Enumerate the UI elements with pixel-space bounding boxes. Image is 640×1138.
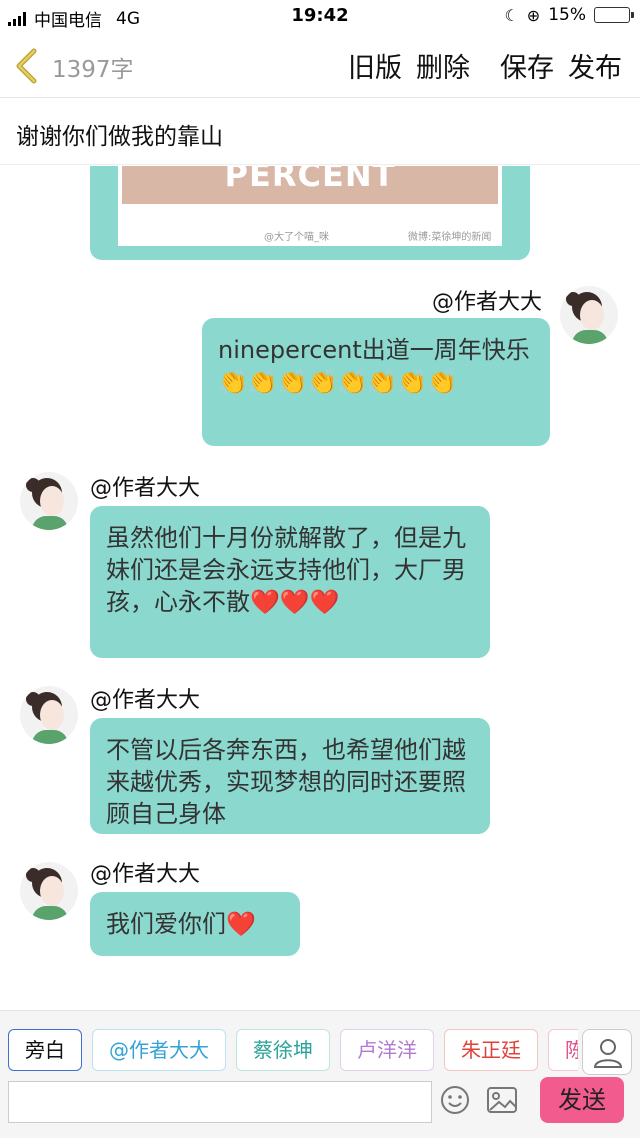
role-chip-bar[interactable]: 旁白 @作者大大 蔡徐坤 卢洋洋 朱正廷陈 (8, 1029, 578, 1073)
message-bubble[interactable]: 虽然他们十月份就解散了，但是九妹们还是会永远支持他们，大厂男孩，心永不散❤️❤️… (90, 506, 490, 658)
role-chip-cai[interactable]: 蔡徐坤 (236, 1029, 330, 1071)
image-icon[interactable] (486, 1085, 518, 1115)
message-bubble[interactable]: ninepercent出道一周年快乐👏👏👏👏👏👏👏👏 (202, 318, 550, 446)
chat-area[interactable]: PERCENT @大了个喵_咪 微博:菜徐坤的新闻 @作者大大 nineperc… (0, 166, 640, 1008)
add-role-button[interactable] (582, 1029, 632, 1075)
message-bubble[interactable]: 我们爱你们❤️ (90, 892, 300, 956)
role-chip-lu[interactable]: 卢洋洋 (340, 1029, 434, 1071)
back-chevron-icon[interactable] (12, 48, 42, 84)
composer: 旁白 @作者大大 蔡徐坤 卢洋洋 朱正廷陈 发送 (0, 1010, 640, 1138)
save-button[interactable]: 保存 (500, 46, 554, 85)
battery-percent: 15% (548, 5, 586, 25)
message-bubble[interactable]: 不管以后各奔东西，也希望他们越来越优秀，实现梦想的同时还要照顾自己身体 (90, 718, 490, 834)
author-avatar[interactable] (560, 286, 618, 344)
status-right: ☾ ⊕ 15% (504, 5, 634, 25)
author-avatar[interactable] (20, 862, 78, 920)
image-message[interactable]: PERCENT @大了个喵_咪 微博:菜徐坤的新闻 (90, 166, 530, 260)
image-logo: PERCENT (224, 166, 396, 194)
author-avatar[interactable] (20, 472, 78, 530)
status-bar: 中国电信 4G 19:42 ☾ ⊕ 15% (0, 0, 640, 34)
image-watermark-right: 微博:菜徐坤的新闻 (408, 232, 492, 243)
delete-button[interactable]: 删除 (416, 46, 470, 85)
role-chip-chen[interactable]: 陈 (548, 1029, 578, 1071)
image-frame: PERCENT @大了个喵_咪 微博:菜徐坤的新闻 (118, 166, 502, 246)
message-author-name: @作者大大 (90, 688, 201, 713)
author-avatar[interactable] (20, 686, 78, 744)
editor-toolbar: 1397字 旧版 删除 保存 发布 (0, 34, 640, 98)
battery-icon (594, 7, 634, 23)
old-version-button[interactable]: 旧版 (348, 46, 402, 85)
chapter-title[interactable]: 谢谢你们做我的靠山 (0, 99, 640, 165)
lock-rotation-icon: ⊕ (526, 5, 541, 25)
image-watermark-left: @大了个喵_咪 (264, 232, 329, 243)
send-button[interactable]: 发送 (540, 1077, 624, 1123)
person-icon (593, 1039, 623, 1068)
message-author-name: @作者大大 (432, 290, 543, 315)
toolbar-actions: 旧版 删除 保存 发布 (348, 46, 622, 85)
role-chip-author[interactable]: @作者大大 (92, 1029, 226, 1071)
moon-icon: ☾ (504, 5, 519, 25)
message-author-name: @作者大大 (90, 862, 201, 887)
message-author-name: @作者大大 (90, 476, 201, 501)
publish-button[interactable]: 发布 (568, 46, 622, 85)
role-chip-narration[interactable]: 旁白 (8, 1029, 82, 1071)
emoji-icon[interactable] (440, 1085, 470, 1115)
image-photo: PERCENT (122, 166, 498, 204)
word-count: 1397字 (52, 57, 134, 83)
message-input[interactable] (8, 1081, 432, 1123)
role-chip-zhu[interactable]: 朱正廷 (444, 1029, 538, 1071)
